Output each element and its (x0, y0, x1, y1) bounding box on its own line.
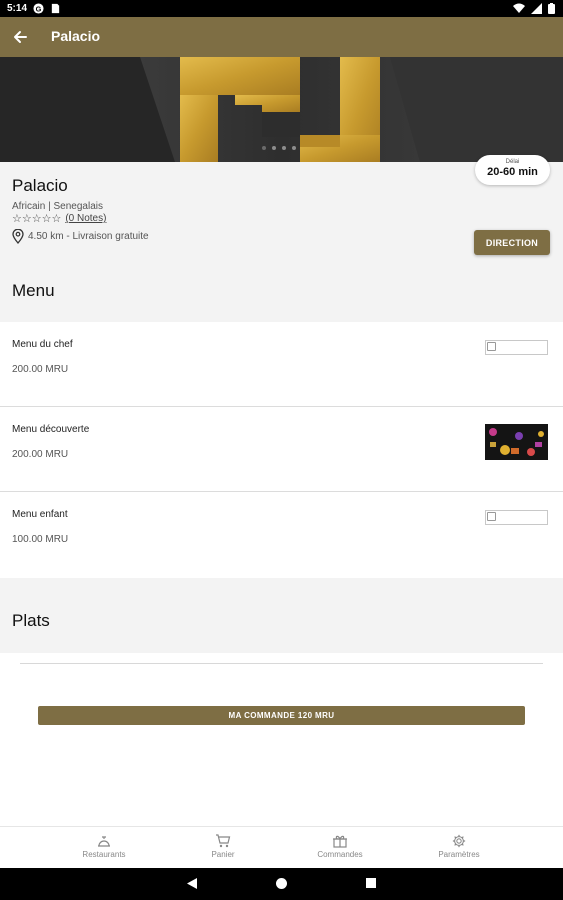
page-title: Palacio (51, 28, 101, 44)
carousel-dot[interactable] (262, 146, 266, 150)
nav-item-parametres[interactable]: Paramètres (409, 827, 509, 869)
gift-icon (333, 835, 347, 848)
restaurant-icon (98, 836, 110, 847)
menu-item-name: Menu découverte (12, 424, 90, 435)
bottom-navigation: Restaurants Panier Commandes Paramètres (0, 826, 563, 868)
system-navigation-bar (0, 868, 563, 900)
nav-label: Restaurants (82, 850, 126, 859)
menu-item-name: Menu enfant (12, 509, 68, 520)
gear-icon (452, 834, 466, 848)
nav-label: Panier (211, 850, 235, 859)
carousel-dot[interactable] (282, 146, 286, 150)
wifi-icon (513, 3, 525, 13)
direction-button[interactable]: DIRECTION (474, 230, 550, 255)
home-circle-icon[interactable] (275, 877, 288, 890)
menu-item[interactable]: Menu du chef 200.00 MRU (0, 322, 563, 407)
recents-square-icon[interactable] (365, 877, 377, 889)
nav-label: Commandes (317, 850, 363, 859)
divider (20, 663, 543, 664)
delay-value: 20-60 min (487, 166, 538, 178)
delay-label: Délai (505, 159, 520, 165)
menu-item-price: 200.00 MRU (12, 364, 69, 375)
nav-item-panier[interactable]: Panier (173, 827, 273, 869)
star-rating: ☆☆☆☆☆ (12, 213, 62, 225)
rating-row: ☆☆☆☆☆ (0 Notes) (12, 212, 106, 225)
app-bar: Palacio (0, 17, 563, 57)
nav-label: Paramètres (438, 850, 480, 859)
status-time: 5:14 (7, 3, 28, 14)
menu-item-price: 200.00 MRU (12, 449, 69, 460)
location-pin-icon (12, 229, 24, 244)
distance-row: 4.50 km - Livraison gratuite (12, 229, 149, 244)
restaurant-name: Palacio (12, 176, 68, 195)
broken-image-icon (485, 510, 548, 525)
nav-item-commandes[interactable]: Commandes (290, 827, 390, 869)
carousel-dot[interactable] (272, 146, 276, 150)
delivery-time-badge: Délai 20-60 min (475, 155, 550, 185)
svg-text:G: G (36, 4, 42, 13)
my-order-button[interactable]: MA COMMANDE 120 MRU (38, 706, 525, 725)
carousel-dot[interactable] (292, 146, 296, 150)
menu-item-name: Menu du chef (12, 339, 73, 350)
signal-icon (531, 3, 542, 14)
status-icons (513, 3, 555, 14)
arrow-left-icon[interactable] (10, 27, 30, 47)
back-triangle-icon[interactable] (186, 877, 198, 890)
plats-section (0, 578, 563, 653)
distance-text: 4.50 km - Livraison gratuite (28, 231, 149, 242)
g-icon: G (33, 3, 44, 14)
sim-icon (51, 3, 60, 14)
broken-image-icon (485, 340, 548, 355)
menu-item-image (485, 424, 548, 460)
cart-icon (216, 834, 231, 848)
restaurant-cuisine: Africain | Senegalais (12, 201, 103, 212)
menu-item[interactable]: Menu découverte 200.00 MRU (0, 407, 563, 492)
nav-item-restaurants[interactable]: Restaurants (54, 827, 154, 869)
carousel-dots[interactable] (262, 146, 296, 150)
menu-item-price: 100.00 MRU (12, 534, 69, 545)
battery-icon (548, 3, 555, 14)
status-bar: 5:14 G (0, 0, 563, 17)
menu-item[interactable]: Menu enfant 100.00 MRU (0, 492, 563, 577)
plats-section-title: Plats (12, 611, 50, 630)
menu-section-title: Menu (12, 281, 55, 300)
reviews-link[interactable]: (0 Notes) (65, 213, 106, 224)
